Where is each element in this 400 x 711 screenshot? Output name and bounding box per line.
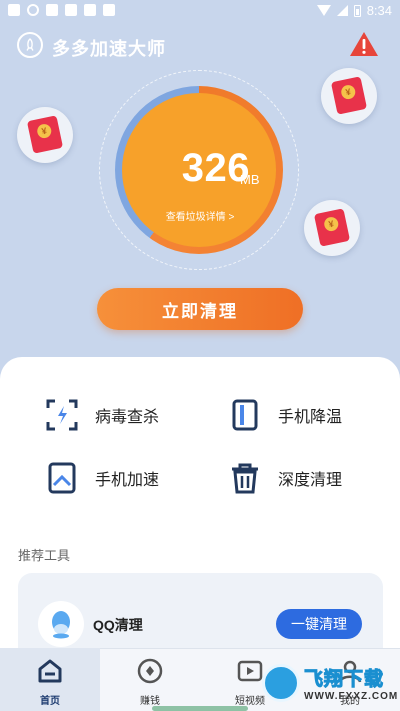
tool-label: 深度清理 [278,472,343,489]
nav-label: 首页 [40,696,60,707]
tool-phone-boost[interactable]: 手机加速 [45,461,159,495]
watermark-logo-icon [262,664,300,702]
nav-label: 短视频 [235,696,265,707]
virus-scan-icon [46,399,78,431]
clean-now-button[interactable]: 立即清理 [97,288,303,330]
tool-deep-clean[interactable]: 深度清理 [228,461,342,495]
trash-icon [232,463,258,494]
watermark-text: 飞翔下载 [303,669,385,691]
tool-label: 手机加速 [95,472,160,489]
coin-icon [137,658,163,684]
qq-icon [38,601,84,647]
recommend-section-title: 推荐工具 [18,548,71,563]
signal-icon [336,5,348,16]
site-watermark: 飞翔下载 WWW.FXXZ.COM [262,660,400,706]
nav-label: 赚钱 [140,696,160,707]
red-envelope-icon[interactable]: ¥ [321,68,377,124]
notification-icon [65,4,77,16]
app-title: 多多加速大师 [52,39,166,59]
gesture-bar [152,706,248,711]
tool-label: 手机降温 [278,409,343,426]
red-envelope-icon[interactable]: ¥ [17,107,73,163]
notification-icon [8,4,20,16]
home-icon [38,659,62,683]
junk-details-link[interactable]: 查看垃圾详情 > [160,208,240,223]
warning-triangle-icon[interactable] [349,31,379,57]
qq-clean-title: QQ清理 [93,617,143,633]
system-indicators: 8:34 [316,3,392,18]
video-icon [237,660,263,682]
battery-icon [353,4,361,17]
notification-icons [8,4,115,16]
tool-phone-cool[interactable]: 手机降温 [228,398,342,432]
red-envelope-icon[interactable]: ¥ [304,200,360,256]
tool-label: 病毒查杀 [95,409,160,426]
junk-size-value: 326 [181,146,250,190]
phone-cool-icon [232,399,258,431]
wifi-icon [316,5,331,16]
tool-virus-scan[interactable]: 病毒查杀 [45,398,159,432]
one-click-clean-button[interactable]: 一键清理 [276,609,362,639]
status-bar: 8:34 [0,0,400,24]
watermark-url: WWW.FXXZ.COM [304,691,399,702]
notification-icon [46,4,58,16]
rocket-icon [17,32,43,58]
notification-icon [103,4,115,16]
nav-home[interactable]: 首页 [0,648,100,711]
notification-icon [84,4,96,16]
junk-size-unit: MB [240,172,260,187]
notification-icon [27,4,39,16]
phone-boost-icon [48,462,76,494]
nav-earn[interactable]: 赚钱 [100,648,200,711]
status-time: 8:34 [366,3,392,18]
